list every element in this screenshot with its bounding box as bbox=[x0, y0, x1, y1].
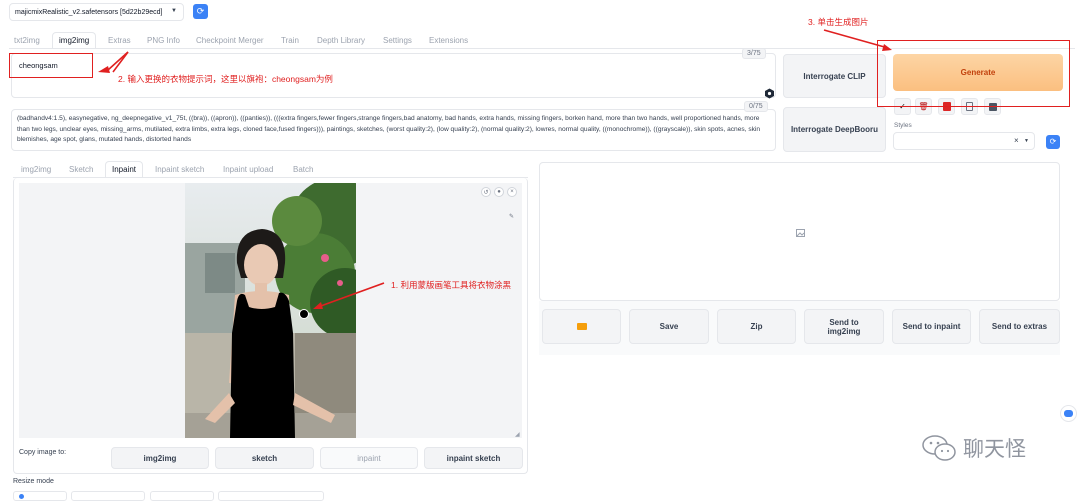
annotation-step-3: 3. 单击生成图片 bbox=[808, 17, 869, 27]
annotation-step-2: 2. 输入更换的衣物提示词，这里以旗袍：cheongsam为例 bbox=[118, 74, 333, 84]
annotation-step-1: 1. 利用蒙版画笔工具将衣物涂黑 bbox=[391, 280, 511, 290]
